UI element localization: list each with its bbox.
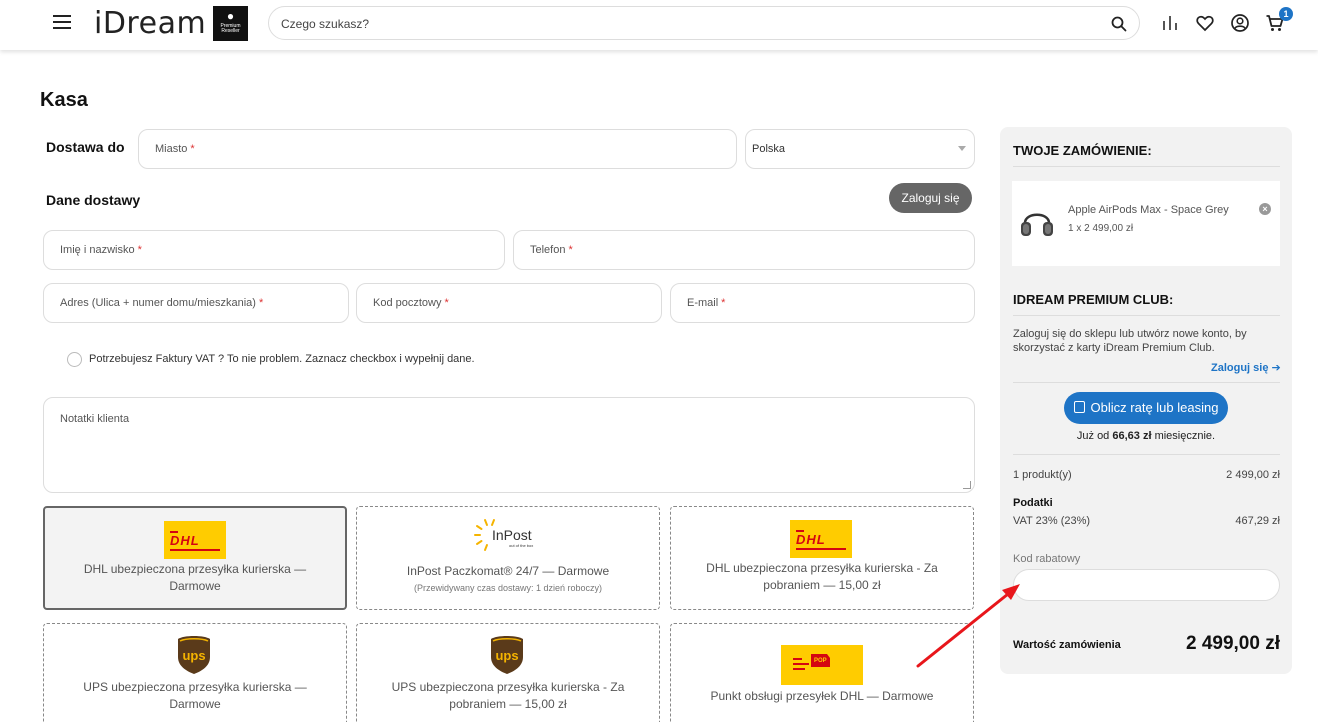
delivery-to-label: Dostawa do	[46, 139, 125, 155]
site-logo[interactable]: iDream	[94, 6, 206, 41]
vat-invoice-label[interactable]: Potrzebujesz Faktury VAT ? To nie proble…	[89, 353, 475, 365]
cart-count-badge: 1	[1279, 7, 1293, 21]
country-select[interactable]: Polska	[745, 129, 975, 169]
shipping-option-ups[interactable]: ups UPS ubezpieczona przesyłka kurierska…	[43, 623, 347, 722]
page-title: Kasa	[40, 89, 88, 111]
user-icon[interactable]	[1230, 13, 1250, 33]
calculator-icon	[1073, 401, 1085, 413]
calculate-installment-button[interactable]: Oblicz ratę lub leasing	[1064, 392, 1228, 424]
resize-handle-icon[interactable]	[963, 481, 971, 489]
order-total-label: Wartość zamówienia	[1013, 639, 1121, 651]
dhl-logo: DHL	[790, 520, 852, 558]
premium-club-text: Zaloguj się do sklepu lub utwórz nowe ko…	[1013, 328, 1247, 354]
taxes-label: Podatki	[1013, 497, 1053, 509]
heart-icon[interactable]	[1195, 13, 1215, 33]
product-thumbnail	[1021, 213, 1053, 236]
products-subtotal: 2 499,00 zł	[1226, 469, 1280, 481]
vat-value: 467,29 zł	[1235, 515, 1280, 527]
name-field[interactable]: Imię i nazwisko *	[43, 230, 505, 270]
site-header: iDream ● Premium Reseller 1	[0, 0, 1318, 50]
city-field[interactable]: Miasto *	[138, 129, 737, 169]
vat-label: VAT 23% (23%)	[1013, 515, 1091, 527]
product-quantity-price: 1 x 2 499,00 zł	[1068, 223, 1134, 234]
order-summary-title: TWOJE ZAMÓWIENIE:	[1013, 143, 1152, 158]
remove-item-icon[interactable]: ×	[1259, 203, 1271, 215]
login-button[interactable]: Zaloguj się	[889, 183, 972, 213]
email-field[interactable]: E-mail *	[670, 283, 975, 323]
arrow-right-icon: ➔	[1271, 362, 1281, 374]
products-count-label: 1 produkt(y)	[1013, 469, 1072, 481]
inpost-logo: InPost out of the box	[474, 519, 533, 551]
apple-icon: ●	[226, 9, 235, 23]
chevron-down-icon	[958, 146, 966, 151]
menu-icon[interactable]	[53, 15, 71, 29]
cart-item: Apple AirPods Max - Space Grey 1 x 2 499…	[1012, 181, 1280, 266]
order-total-value: 2 499,00 zł	[1185, 633, 1280, 654]
phone-field[interactable]: Telefon *	[513, 230, 975, 270]
shipping-option-dhl[interactable]: DHL DHL ubezpieczona przesyłka kurierska…	[43, 506, 347, 610]
delivery-details-label: Dane dostawy	[46, 192, 141, 208]
installment-text: Już od 66,63 zł miesięcznie.	[1076, 430, 1216, 442]
dhl-logo: DHL	[164, 521, 226, 559]
product-name[interactable]: Apple AirPods Max - Space Grey	[1068, 204, 1229, 216]
city-placeholder: Miasto	[155, 143, 188, 155]
postal-code-field[interactable]: Kod pocztowy *	[356, 283, 662, 323]
search-bar	[268, 6, 1140, 40]
dhl-pop-logo: POP	[781, 645, 863, 685]
svg-text:ups: ups	[495, 648, 518, 663]
country-value: Polska	[752, 143, 786, 155]
shipping-option-ups-cod[interactable]: ups UPS ubezpieczona przesyłka kurierska…	[356, 623, 660, 722]
order-summary-panel: TWOJE ZAMÓWIENIE: Apple AirPods Max - Sp…	[1000, 127, 1292, 674]
address-field[interactable]: Adres (Ulica + numer domu/mieszkania) *	[43, 283, 349, 323]
svg-text:ups: ups	[182, 648, 205, 663]
shipping-option-inpost[interactable]: InPost out of the box InPost Paczkomat® …	[356, 506, 660, 610]
premium-reseller-badge: ● Premium Reseller	[213, 6, 248, 41]
search-input[interactable]	[281, 14, 1101, 34]
ups-logo: ups	[178, 636, 210, 674]
shipping-option-dhl-pop[interactable]: POP Punkt obsługi przesyłek DHL — Darmow…	[670, 623, 974, 722]
svg-text:out of the box: out of the box	[509, 543, 533, 548]
compare-icon[interactable]	[1160, 13, 1180, 33]
svg-text:POP: POP	[814, 658, 827, 664]
coupon-input[interactable]	[1013, 569, 1280, 601]
premium-club-title: IDREAM PREMIUM CLUB:	[1013, 292, 1174, 307]
coupon-label: Kod rabatowy	[1013, 553, 1081, 565]
ups-logo: ups	[491, 636, 523, 674]
shipping-option-dhl-cod[interactable]: DHL DHL ubezpieczona przesyłka kurierska…	[670, 506, 974, 610]
premium-club-login-link[interactable]: Zaloguj się ➔	[1211, 361, 1281, 374]
search-icon[interactable]	[1111, 16, 1127, 32]
customer-notes-textarea[interactable]: Notatki klienta	[43, 397, 975, 493]
svg-text:InPost: InPost	[492, 527, 532, 543]
vat-invoice-checkbox[interactable]	[67, 352, 82, 367]
